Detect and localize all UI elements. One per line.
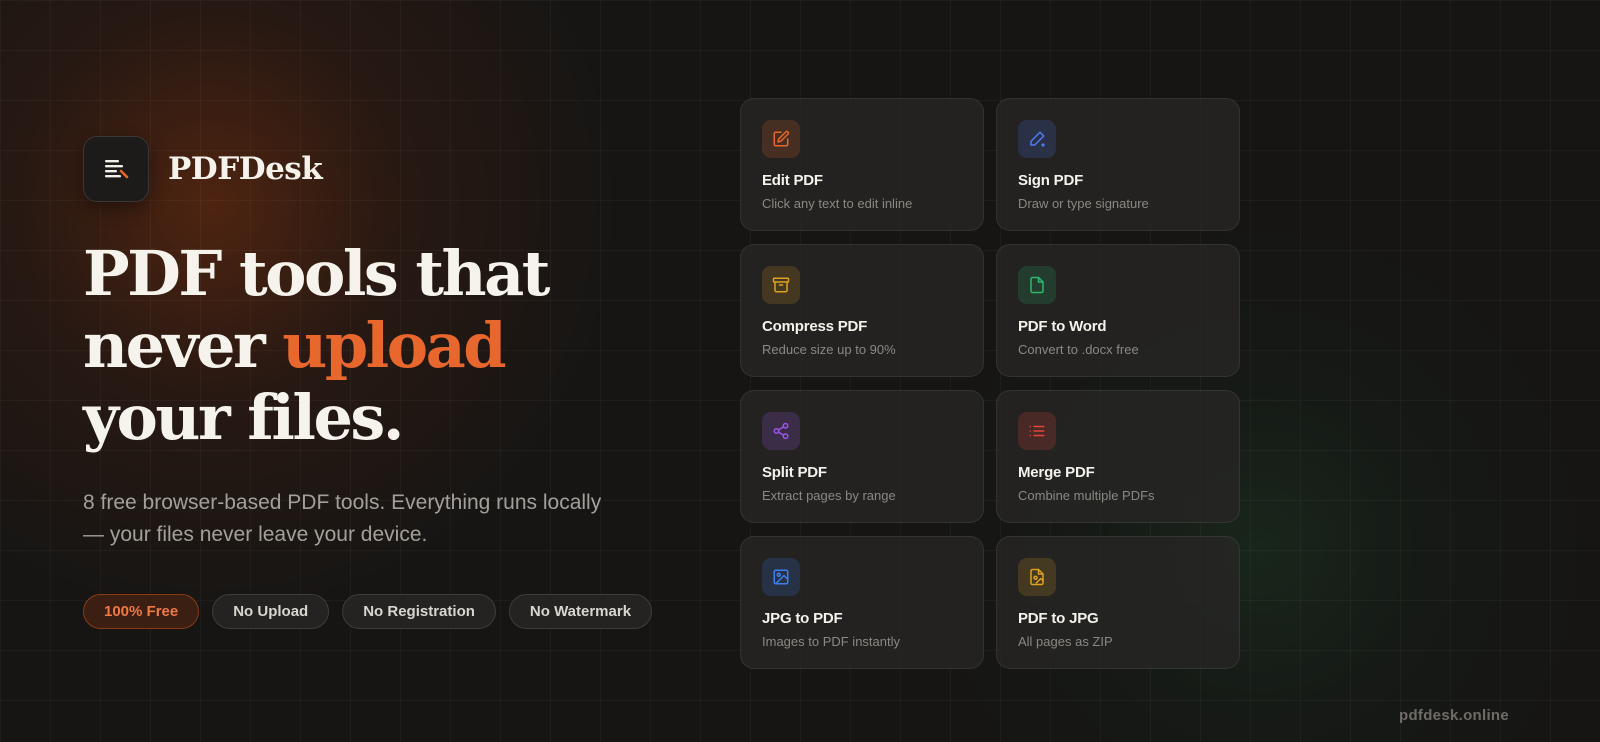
brand: PDFDesk <box>83 136 323 202</box>
badge-no-upload: No Upload <box>212 594 330 629</box>
tools-grid: Edit PDF Click any text to edit inline S… <box>740 98 1240 669</box>
tool-description: Extract pages by range <box>762 488 896 503</box>
tool-title: JPG to PDF <box>762 610 843 627</box>
tool-card-compress-pdf[interactable]: Compress PDF Reduce size up to 90% <box>740 244 984 377</box>
tool-card-merge-pdf[interactable]: Merge PDF Combine multiple PDFs <box>996 390 1240 523</box>
tool-title: Edit PDF <box>762 172 823 189</box>
tool-title: Split PDF <box>762 464 827 481</box>
tool-description: Draw or type signature <box>1018 196 1149 211</box>
pen-icon <box>1018 120 1056 158</box>
brand-name: PDFDesk <box>168 151 323 187</box>
badge-no-registration: No Registration <box>342 594 496 629</box>
tool-card-jpg-to-pdf[interactable]: JPG to PDF Images to PDF instantly <box>740 536 984 669</box>
document-lines-icon <box>105 160 129 179</box>
tool-title: Compress PDF <box>762 318 868 335</box>
tool-title: PDF to Word <box>1018 318 1107 335</box>
tool-description: All pages as ZIP <box>1018 634 1113 649</box>
tool-description: Combine multiple PDFs <box>1018 488 1155 503</box>
headline-line-3: your files. <box>83 381 404 454</box>
share-icon <box>762 412 800 450</box>
hero-headline: PDF tools that never upload your files. <box>83 237 550 454</box>
headline-highlight: upload <box>282 309 506 382</box>
list-icon <box>1018 412 1056 450</box>
logo <box>83 136 149 202</box>
feature-badges: 100% Free No Upload No Registration No W… <box>83 594 653 629</box>
file-image-icon <box>1018 558 1056 596</box>
site-domain: pdfdesk.online <box>1399 707 1510 724</box>
tool-card-pdf-to-word[interactable]: PDF to Word Convert to .docx free <box>996 244 1240 377</box>
badge-no-watermark: No Watermark <box>508 594 653 629</box>
badge-free: 100% Free <box>83 594 200 629</box>
tool-title: Sign PDF <box>1018 172 1084 189</box>
tool-description: Convert to .docx free <box>1018 342 1139 357</box>
tool-title: Merge PDF <box>1018 464 1095 481</box>
tool-description: Images to PDF instantly <box>762 634 900 649</box>
edit-icon <box>762 120 800 158</box>
hero-subtitle: 8 free browser-based PDF tools. Everythi… <box>83 491 602 546</box>
tool-card-split-pdf[interactable]: Split PDF Extract pages by range <box>740 390 984 523</box>
headline-line-2-prefix: never <box>83 309 283 382</box>
tool-description: Reduce size up to 90% <box>762 342 896 357</box>
tool-card-pdf-to-jpg[interactable]: PDF to JPG All pages as ZIP <box>996 536 1240 669</box>
tool-description: Click any text to edit inline <box>762 196 913 211</box>
file-icon <box>1018 266 1056 304</box>
image-icon <box>762 558 800 596</box>
headline-line-1: PDF tools that <box>83 237 550 310</box>
tool-card-edit-pdf[interactable]: Edit PDF Click any text to edit inline <box>740 98 984 231</box>
tool-card-sign-pdf[interactable]: Sign PDF Draw or type signature <box>996 98 1240 231</box>
tool-title: PDF to JPG <box>1018 610 1099 627</box>
archive-icon <box>762 266 800 304</box>
